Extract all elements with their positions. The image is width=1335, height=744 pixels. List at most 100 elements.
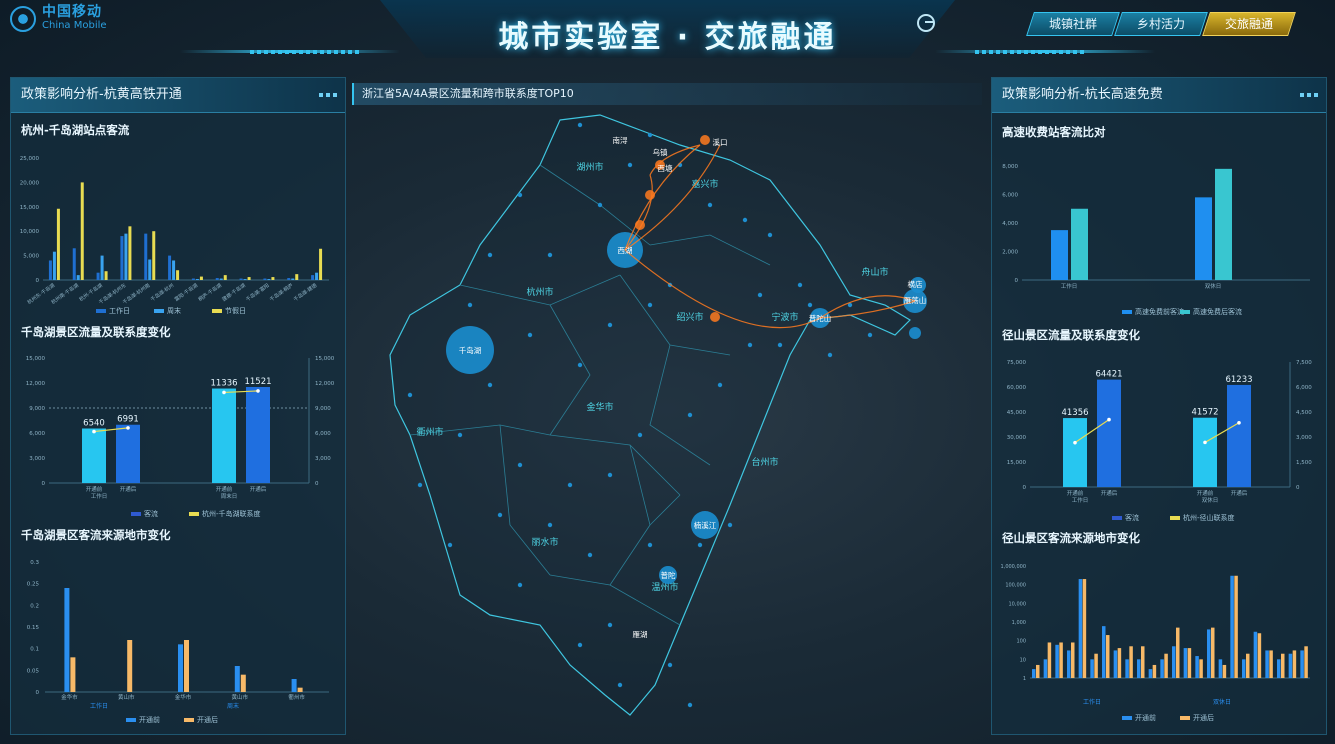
- x-tick-label: 衢州市: [288, 693, 305, 701]
- scenic-spot-dot: [697, 542, 703, 548]
- line-point: [126, 426, 130, 430]
- right-chart2-title: 径山景区流量及联系度变化: [1002, 328, 1140, 342]
- right-chart2: 75,000 7,500 60,000 6,000 45,000 4,500 30,000 3…: [1007, 360, 1312, 522]
- bar: [1047, 642, 1052, 678]
- x-tick-label: 双休日: [1205, 282, 1222, 290]
- x-tick-label: 千岛湖-建德: [292, 282, 318, 303]
- bar: [1195, 656, 1199, 678]
- page-title: 城市实验室 · 交旅融通: [498, 20, 837, 55]
- flow-node: [710, 312, 720, 322]
- right-chart3: 1,000,000 100,000 10,000 1,000 100 10 1 工作日 双休日开…: [1001, 564, 1310, 722]
- bar: [144, 233, 148, 280]
- scenic-spot-dot: [667, 662, 673, 668]
- bar: [1211, 627, 1215, 678]
- bar: [184, 640, 189, 692]
- legend-label: 节假日: [225, 306, 246, 315]
- flow-node: [635, 220, 645, 230]
- bar: [104, 271, 108, 280]
- y-tick-label: 1: [1023, 676, 1026, 682]
- y2-tick-label: 15,000: [315, 356, 335, 362]
- legend-swatch: [184, 718, 194, 722]
- spot-label: 雁荡山: [904, 295, 927, 305]
- bar: [116, 424, 140, 483]
- legend-label: 杭州-径山联系度: [1183, 513, 1235, 522]
- bar: [239, 278, 243, 280]
- x-tick-label: 开通前: [1197, 489, 1214, 497]
- left-chart1: 25,00020,00015,00010,0005,0000杭州东-千岛湖杭州南…: [20, 156, 329, 315]
- y-tick-label: 10: [1020, 657, 1026, 663]
- right-chart1-title: 高速收费站客流比对: [1002, 125, 1106, 139]
- bar: [1253, 631, 1258, 678]
- bar: [127, 640, 133, 692]
- group-label: 工作日: [1072, 496, 1089, 504]
- bar: [247, 277, 251, 280]
- scenic-spot-dot: [767, 232, 773, 238]
- city-label: 杭州市: [526, 286, 553, 298]
- bar: [128, 226, 132, 280]
- x-tick-label: 建德-千岛湖: [221, 282, 247, 303]
- line-point: [1073, 440, 1077, 445]
- y-tick-label: 0.15: [27, 625, 40, 631]
- nav-transport-tourism[interactable]: 交旅融通: [1202, 12, 1296, 36]
- y-tick-label: 9,000: [29, 406, 45, 412]
- city-label: 丽水市: [531, 536, 558, 548]
- scenic-spot-dot: [457, 432, 463, 438]
- right-chart1: 8,000 6,000 4,000 2,000 0 工作日 双休日高速免费前客流 高速免费后客…: [1002, 164, 1310, 316]
- bar: [1227, 384, 1251, 487]
- bar: [1277, 659, 1281, 678]
- legend-swatch: [126, 718, 136, 722]
- bar: [1281, 653, 1285, 678]
- scenic-spot-dot: [417, 482, 423, 488]
- spot-label: 楠溪江: [694, 520, 717, 530]
- scenic-spot-dot: [777, 342, 783, 348]
- bar: [1199, 659, 1203, 678]
- bar: [291, 679, 297, 692]
- bar: [152, 231, 156, 280]
- y2-tick-label: 1,500: [1296, 460, 1312, 466]
- panel-dots-icon: [1300, 93, 1318, 97]
- bar: [1113, 650, 1118, 678]
- y-tick-label: 45,000: [1007, 410, 1027, 416]
- logo-cn: 中国移动: [42, 4, 102, 20]
- bar: [1097, 379, 1121, 487]
- bar: [1187, 648, 1192, 678]
- scenic-spot-dot: [617, 682, 623, 688]
- legend-label: 客流: [1125, 513, 1139, 522]
- scenic-spot-dot: [867, 332, 873, 338]
- y-tick-label: 0.05: [27, 668, 40, 674]
- scenic-spot-dot: [797, 282, 803, 288]
- exit-icon[interactable]: [917, 14, 935, 32]
- header-right-dash: [975, 50, 1085, 54]
- y-tick-label: 15,000: [1007, 460, 1027, 466]
- y-tick-label: 15,000: [20, 205, 40, 211]
- bar: [1051, 230, 1068, 280]
- nav-rural-vitality[interactable]: 乡村活力: [1114, 12, 1208, 36]
- x-tick-label: 黄山市: [118, 693, 135, 701]
- spot-label: 南浔: [613, 135, 628, 145]
- scenic-spot-bubble: [909, 327, 921, 339]
- y-tick-label: 1,000: [1012, 620, 1026, 626]
- left-chart1-title: 杭州-千岛湖站点客流: [21, 123, 130, 137]
- logo: 中国移动 China Mobile: [10, 4, 107, 32]
- spot-label: 西塘: [658, 163, 673, 173]
- bar: [1300, 650, 1304, 678]
- zhejiang-map[interactable]: 湖州市嘉兴市杭州市绍兴市 宁波市舟山市衢州市金华市台州市丽水市温州市西湖千岛湖乌镇…: [350, 105, 980, 735]
- scenic-spot-dot: [467, 302, 473, 308]
- y2-tick-label: 4,500: [1296, 410, 1312, 416]
- x-tick-label: 千岛湖-桐庐: [268, 282, 294, 303]
- scenic-spot-dot: [567, 482, 573, 488]
- scenic-spot-dot: [517, 462, 523, 468]
- line-point: [1203, 440, 1207, 445]
- nav-town-community[interactable]: 城镇社群: [1026, 12, 1120, 36]
- scenic-spot-dot: [577, 642, 583, 648]
- y-tick-label: 15,000: [26, 356, 46, 362]
- bar: [96, 272, 100, 280]
- china-mobile-logo-icon: [10, 6, 36, 32]
- group-label: 工作日: [91, 492, 108, 500]
- bar: [176, 270, 180, 280]
- bar: [1036, 664, 1040, 678]
- bar: [195, 279, 199, 280]
- city-label: 绍兴市: [676, 311, 703, 323]
- scenic-spot-dot: [407, 392, 413, 398]
- y-tick-label: 0.3: [30, 560, 39, 566]
